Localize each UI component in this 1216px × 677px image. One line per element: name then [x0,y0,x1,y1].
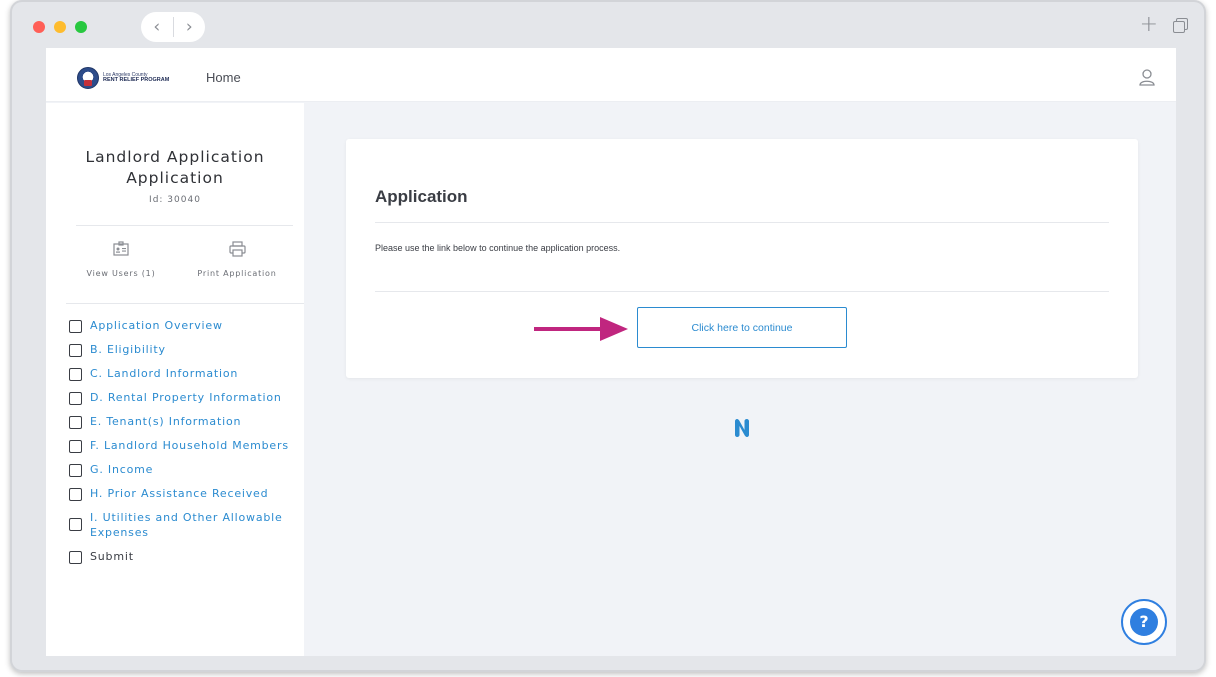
section-item-landlord-information[interactable]: C. Landlord Information [69,366,299,381]
section-checkbox[interactable] [69,320,82,333]
application-title: Landlord Application Application [85,148,265,187]
section-label: E. Tenant(s) Information [90,415,242,428]
section-list: Application Overview B. Eligibility C. L… [69,318,299,573]
brand-logo-icon [735,419,749,437]
sidebar-divider [76,225,293,226]
section-label: Submit [90,550,134,563]
section-checkbox[interactable] [69,368,82,381]
view-users-button[interactable]: View Users (1) [66,241,176,278]
section-checkbox[interactable] [69,440,82,453]
section-label: D. Rental Property Information [90,391,282,404]
continue-button[interactable]: Click here to continue [637,307,847,348]
chevron-left-icon[interactable]: ‹ [141,12,173,42]
card-title: Application [375,187,468,206]
section-checkbox[interactable] [69,518,82,531]
logo-line-2: RENT RELIEF PROGRAM [103,76,170,83]
section-checkbox[interactable] [69,488,82,501]
home-link[interactable]: Home [206,70,241,85]
section-label: Application Overview [90,319,223,332]
card-description: Please use the link below to continue th… [375,243,621,253]
section-label: G. Income [90,463,154,476]
plus-icon[interactable]: + [1140,14,1158,36]
minimize-window-button[interactable] [54,21,66,33]
section-checkbox[interactable] [69,551,82,564]
arrow-right-icon [534,317,628,341]
section-label: I. Utilities and Other Allowable Expense… [90,511,283,539]
close-window-button[interactable] [33,21,45,33]
printer-icon [228,241,246,257]
title-bar: ‹ › + [10,0,1206,48]
window-actions: + [1140,14,1188,36]
program-logo[interactable]: Los Angeles County RENT RELIEF PROGRAM [77,67,169,89]
sidebar-divider [66,303,304,304]
section-item-rental-property-information[interactable]: D. Rental Property Information [69,390,299,405]
section-item-income[interactable]: G. Income [69,462,299,477]
application-card: Application Please use the link below to… [346,139,1138,378]
user-icon[interactable] [1138,68,1156,86]
tabs-icon[interactable] [1172,17,1188,33]
history-nav: ‹ › [141,12,205,42]
section-checkbox[interactable] [69,416,82,429]
section-label: F. Landlord Household Members [90,439,289,452]
section-item-eligibility[interactable]: B. Eligibility [69,342,299,357]
id-card-icon [113,241,129,256]
site-header: Los Angeles County RENT RELIEF PROGRAM H… [46,48,1176,102]
county-seal-icon [77,67,99,89]
section-item-prior-assistance-received[interactable]: H. Prior Assistance Received [69,486,299,501]
application-sidebar: Landlord Application Application Id: 300… [46,103,304,656]
print-application-button[interactable]: Print Application [182,241,292,278]
page-viewport: Los Angeles County RENT RELIEF PROGRAM H… [46,48,1176,656]
section-item-tenants-information[interactable]: E. Tenant(s) Information [69,414,299,429]
section-label: C. Landlord Information [90,367,239,380]
section-item-utilities-and-other-allowable-expenses[interactable]: I. Utilities and Other Allowable Expense… [69,510,299,540]
chevron-right-icon[interactable]: › [174,12,206,42]
section-checkbox[interactable] [69,464,82,477]
browser-window: ‹ › + Los Angeles County RENT RELIEF PRO… [10,0,1206,672]
section-item-submit[interactable]: Submit [69,549,299,564]
logo-text: Los Angeles County RENT RELIEF PROGRAM [103,72,170,84]
application-id: Id: 30040 [149,195,201,205]
maximize-window-button[interactable] [75,21,87,33]
section-item-landlord-household-members[interactable]: F. Landlord Household Members [69,438,299,453]
section-checkbox[interactable] [69,344,82,357]
view-users-label: View Users (1) [86,269,156,278]
help-button[interactable]: ? [1121,599,1167,645]
section-checkbox[interactable] [69,392,82,405]
section-label: H. Prior Assistance Received [90,487,269,500]
section-label: B. Eligibility [90,343,166,356]
section-item-application-overview[interactable]: Application Overview [69,318,299,333]
card-divider [375,222,1109,223]
print-application-label: Print Application [197,269,277,278]
help-icon: ? [1130,608,1158,636]
card-divider [375,291,1109,292]
